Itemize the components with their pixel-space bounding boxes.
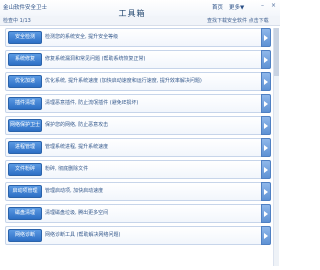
- expand-arrow-button[interactable]: [261, 204, 271, 223]
- tool-button[interactable]: 启动项管理: [8, 185, 42, 198]
- tool-row-9[interactable]: 磁盘清理 清理磁盘垃圾, 腾出更多空间: [5, 204, 271, 223]
- titlebar-links: 首页 更多▼: [212, 3, 244, 11]
- tool-description: 检测您的系统安全, 提升安全等级: [45, 34, 119, 40]
- tool-description: 清理磁盘垃圾, 腾出更多空间: [45, 210, 109, 216]
- tool-button[interactable]: 磁盘清理: [8, 207, 42, 220]
- tool-button[interactable]: 进程管理: [8, 141, 42, 154]
- arrow-right-icon: [264, 100, 268, 107]
- expand-arrow-button[interactable]: [261, 94, 271, 113]
- expand-arrow-button[interactable]: [261, 226, 271, 245]
- download-link[interactable]: 查找下载安全软件 点击下载: [207, 17, 269, 24]
- tool-row-6[interactable]: 进程管理 管理系统进程, 提升系统速度: [5, 138, 271, 157]
- tool-button[interactable]: 网络保护卫士: [8, 119, 42, 132]
- more-menu[interactable]: 更多▼: [229, 3, 244, 11]
- tool-button[interactable]: 系统修复: [8, 53, 42, 66]
- close-button[interactable]: ×: [270, 3, 277, 9]
- tool-row-7[interactable]: 文件粉碎 粉碎, 彻底删除文件: [5, 160, 271, 179]
- expand-arrow-button[interactable]: [261, 138, 271, 157]
- tool-button[interactable]: 插件清理: [8, 97, 42, 110]
- window-controls: – ×: [259, 3, 277, 9]
- tool-description: 清理恶意插件, 防止流氓插件 (避免IE损坏): [45, 100, 139, 106]
- expand-arrow-button[interactable]: [261, 116, 271, 135]
- minimize-button[interactable]: –: [259, 3, 266, 9]
- tool-row-1[interactable]: 安全检测 检测您的系统安全, 提升安全等级: [5, 28, 271, 47]
- status-text: 检查中 1/13: [3, 18, 31, 24]
- arrow-right-icon: [264, 232, 268, 239]
- tool-row-5[interactable]: 网络保护卫士 保护您的网络, 防止恶意攻击: [5, 116, 271, 135]
- arrow-right-icon: [264, 166, 268, 173]
- page-title: 工具箱: [118, 9, 146, 18]
- arrow-right-icon: [264, 122, 268, 129]
- tool-description: 管理系统进程, 提升系统速度: [45, 144, 109, 150]
- tool-description: 修复系统漏洞和常见问题 (帮助系统恢复正常): [45, 56, 146, 62]
- expand-arrow-button[interactable]: [261, 160, 271, 179]
- tool-description: 优化系统, 提升系统速度 (加快启动速度和运行速度, 提升效率解决问题): [45, 78, 202, 84]
- arrow-right-icon: [264, 144, 268, 151]
- tool-row-3[interactable]: 优化加速 优化系统, 提升系统速度 (加快启动速度和运行速度, 提升效率解决问题…: [5, 72, 271, 91]
- arrow-right-icon: [264, 78, 268, 85]
- arrow-right-icon: [264, 210, 268, 217]
- expand-arrow-button[interactable]: [261, 72, 271, 91]
- tool-description: 保护您的网络, 防止恶意攻击: [45, 122, 109, 128]
- arrow-right-icon: [264, 188, 268, 195]
- expand-arrow-button[interactable]: [261, 28, 271, 47]
- tool-row-10[interactable]: 网络诊断 网络诊断工具 (帮助解决网络问题): [5, 226, 271, 245]
- tool-row-8[interactable]: 启动项管理 管理启动项, 加快启动速度: [5, 182, 271, 201]
- home-link[interactable]: 首页: [212, 3, 223, 11]
- tool-button[interactable]: 安全检测: [8, 31, 42, 44]
- tool-button[interactable]: 网络诊断: [8, 229, 42, 242]
- expand-arrow-button[interactable]: [261, 182, 271, 201]
- arrow-right-icon: [264, 34, 268, 41]
- tool-button[interactable]: 文件粉碎: [8, 163, 42, 176]
- scroll-thumb[interactable]: [274, 28, 279, 76]
- vertical-scrollbar[interactable]: [273, 28, 279, 266]
- app-title: 金山软件安全卫士: [3, 5, 48, 11]
- tool-description: 粉碎, 彻底删除文件: [45, 166, 89, 172]
- tool-row-2[interactable]: 系统修复 修复系统漏洞和常见问题 (帮助系统恢复正常): [5, 50, 271, 69]
- tool-button[interactable]: 优化加速: [8, 75, 42, 88]
- arrow-right-icon: [264, 56, 268, 63]
- tool-description: 管理启动项, 加快启动速度: [45, 188, 104, 194]
- expand-arrow-button[interactable]: [261, 50, 271, 69]
- tool-description: 网络诊断工具 (帮助解决网络问题): [45, 232, 121, 238]
- tool-list: 安全检测 检测您的系统安全, 提升安全等级 系统修复 修复系统漏洞和常见问题 (…: [5, 28, 271, 248]
- tool-row-4[interactable]: 插件清理 清理恶意插件, 防止流氓插件 (避免IE损坏): [5, 94, 271, 113]
